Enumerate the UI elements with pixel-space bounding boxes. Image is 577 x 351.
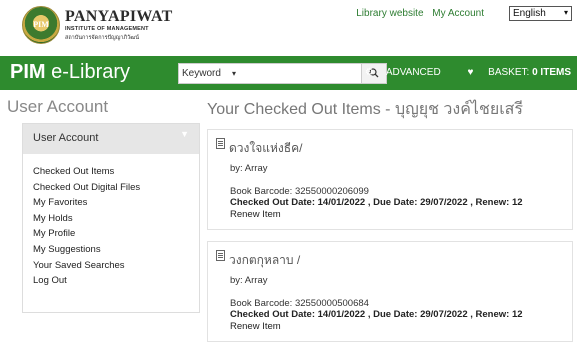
checked-out-item: ดวงใจแห่งธีค/ by: Array Book Barcode: 32… — [207, 129, 573, 230]
main-navbar: PIM e-Library Keyword ▾ ⚙ ADVANCED ♥ BASK… — [0, 56, 577, 90]
my-account-link[interactable]: My Account — [432, 8, 484, 19]
chevron-down-icon: ▾ — [563, 8, 568, 17]
menu-item-saved-searches[interactable]: Your Saved Searches — [33, 258, 189, 274]
logo-subtitle: INSTITUTE OF MANAGEMENT — [65, 26, 149, 32]
sidebar-page-title: User Account — [7, 97, 109, 116]
item-author: by: Array — [230, 163, 268, 174]
item-barcode: Book Barcode: 32550000500684 — [230, 298, 369, 309]
logo-emblem-text: PIM — [33, 20, 49, 29]
search-type-select[interactable]: Keyword ▾ — [179, 64, 245, 83]
menu-item-log-out[interactable]: Log Out — [33, 273, 189, 289]
logo-title: PANYAPIWAT — [65, 8, 173, 25]
language-select[interactable]: English ▾ — [509, 6, 572, 21]
brand-rest: e-Library — [45, 61, 131, 83]
brand-bold: PIM — [10, 61, 46, 83]
item-author: by: Array — [230, 275, 268, 286]
language-value: English — [513, 8, 546, 19]
basket-icon: ♥ — [467, 67, 474, 78]
advanced-label: ADVANCED — [385, 67, 441, 78]
renew-item-link[interactable]: Renew Item — [230, 321, 281, 332]
item-title[interactable]: วงกตกุหลาบ / — [229, 251, 300, 270]
item-barcode: Book Barcode: 32550000206099 — [230, 186, 369, 197]
item-dates: Checked Out Date: 14/01/2022 , Due Date:… — [230, 309, 523, 320]
account-menu: Checked Out Items Checked Out Digital Fi… — [23, 154, 199, 299]
menu-item-checked-out-digital-files[interactable]: Checked Out Digital Files — [33, 180, 189, 196]
document-icon — [216, 138, 225, 149]
menu-item-my-profile[interactable]: My Profile — [33, 226, 189, 242]
panel-header[interactable]: User Account ▼ — [23, 124, 199, 154]
renew-item-link[interactable]: Renew Item — [230, 209, 281, 220]
basket-label: BASKET: — [488, 67, 530, 78]
panel-title: User Account — [33, 132, 99, 144]
logo-thai-name: สถาบันการจัดการปัญญาภิวัฒน์ — [65, 35, 139, 41]
institution-logo[interactable]: PIM PANYAPIWAT INSTITUTE OF MANAGEMENT ส… — [22, 6, 172, 48]
chevron-down-icon: ▼ — [180, 129, 189, 139]
menu-item-my-suggestions[interactable]: My Suggestions — [33, 242, 189, 258]
advanced-icon: ⚙ — [364, 67, 374, 78]
nav-right-links: ⚙ ADVANCED ♥ BASKET: 0 ITEMS — [341, 67, 571, 78]
search-type-value: Keyword — [182, 68, 221, 79]
top-links: Library website My Account — [350, 8, 484, 19]
advanced-search-link[interactable]: ⚙ ADVANCED — [353, 67, 441, 78]
basket-count: 0 ITEMS — [532, 67, 571, 78]
page-title: Your Checked Out Items - บุญยุช วงค์ไชยเ… — [207, 101, 524, 118]
user-account-panel: User Account ▼ Checked Out Items Checked… — [22, 123, 200, 313]
top-header: PIM PANYAPIWAT INSTITUTE OF MANAGEMENT ส… — [0, 0, 577, 55]
checked-out-item: วงกตกุหลาบ / by: Array Book Barcode: 325… — [207, 241, 573, 342]
menu-item-my-favorites[interactable]: My Favorites — [33, 195, 189, 211]
menu-item-my-holds[interactable]: My Holds — [33, 211, 189, 227]
logo-emblem-icon: PIM — [22, 6, 60, 44]
item-title[interactable]: ดวงใจแห่งธีค/ — [229, 139, 302, 158]
brand-logo[interactable]: PIM e-Library — [10, 61, 130, 84]
menu-item-checked-out-items[interactable]: Checked Out Items — [33, 164, 189, 180]
item-dates: Checked Out Date: 14/01/2022 , Due Date:… — [230, 197, 523, 208]
basket-link[interactable]: ♥ BASKET: 0 ITEMS — [455, 67, 571, 78]
document-icon — [216, 250, 225, 261]
chevron-down-icon: ▾ — [231, 69, 236, 78]
library-website-link[interactable]: Library website — [356, 8, 423, 19]
